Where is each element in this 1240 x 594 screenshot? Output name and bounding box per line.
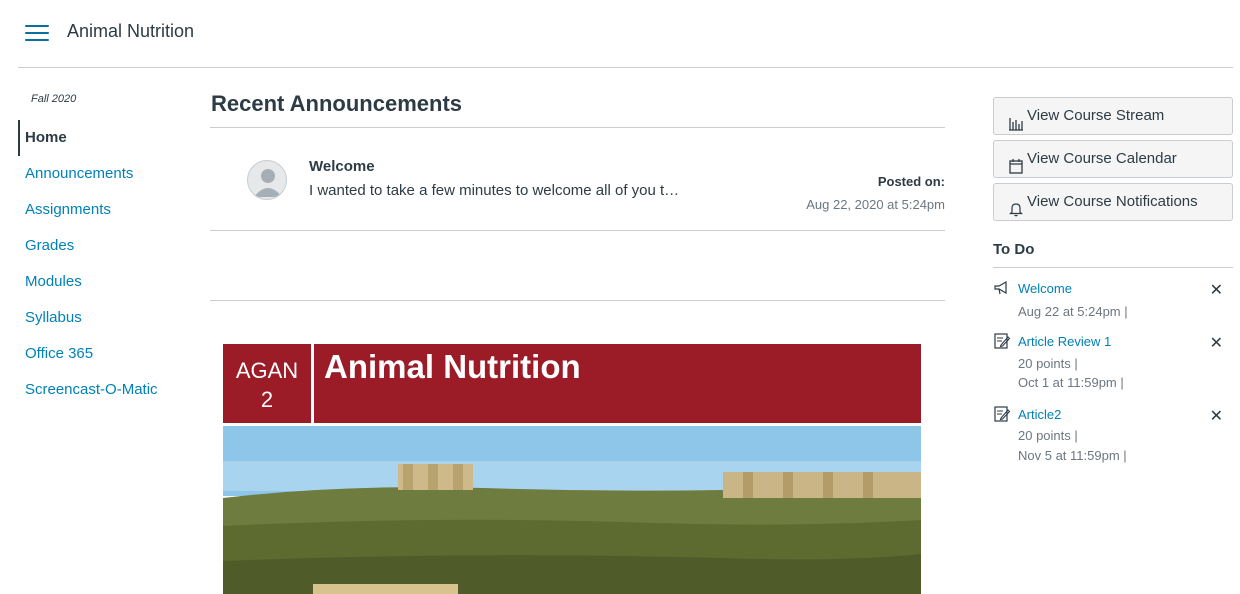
assignment-edit-icon [993, 332, 1011, 350]
announcement-excerpt: I wanted to take a few minutes to welcom… [309, 182, 680, 199]
close-icon[interactable]: ✕ [1210, 280, 1223, 300]
nav-item-home[interactable]: Home [18, 120, 173, 156]
view-course-notifications-label: View Course Notifications [1027, 193, 1198, 210]
todo-due-date: Nov 5 at 11:59pm | [1018, 448, 1127, 463]
close-icon[interactable]: ✕ [1210, 333, 1223, 353]
todo-title-link[interactable]: Welcome [1018, 281, 1072, 296]
user-avatar-icon [247, 160, 287, 200]
course-code-line-1: AGAN [235, 358, 299, 383]
view-course-stream-label: View Course Stream [1027, 107, 1165, 124]
content-divider [210, 300, 945, 301]
announcements-divider-bottom [210, 230, 945, 231]
todo-due-date: Oct 1 at 11:59pm | [1018, 375, 1124, 390]
course-code-block: AGAN 2 [223, 344, 311, 423]
top-bar: Animal Nutrition [0, 0, 1240, 68]
posted-on-label: Posted on: [877, 174, 945, 189]
bell-icon [1008, 195, 1024, 217]
todo-due-date: Aug 22 at 5:24pm | [1018, 304, 1128, 319]
course-title[interactable]: Animal Nutrition [67, 21, 194, 42]
nav-item-grades[interactable]: Grades [18, 228, 173, 264]
view-course-calendar-button[interactable]: View Course Calendar [993, 140, 1233, 178]
course-banner: AGAN 2 Animal Nutrition [223, 344, 921, 424]
course-code-line-2: 2 [260, 387, 274, 412]
nav-item-office-365[interactable]: Office 365 [18, 336, 173, 372]
term-label: Fall 2020 [31, 93, 77, 105]
todo-title-link[interactable]: Article Review 1 [1018, 334, 1111, 349]
stream-chart-icon [1008, 109, 1024, 131]
nav-item-modules[interactable]: Modules [18, 264, 173, 300]
todo-heading: To Do [993, 241, 1035, 258]
todo-points: 20 points | [1018, 356, 1078, 371]
banner-course-name: Animal Nutrition [314, 344, 921, 423]
course-nav-list: Home Announcements Assignments Grades Mo… [18, 120, 173, 408]
view-course-stream-button[interactable]: View Course Stream [993, 97, 1233, 135]
nav-item-syllabus[interactable]: Syllabus [18, 300, 173, 336]
announcement-megaphone-icon [993, 279, 1011, 297]
hamburger-menu-icon[interactable] [25, 24, 49, 42]
nav-item-assignments[interactable]: Assignments [18, 192, 173, 228]
posted-date: Aug 22, 2020 at 5:24pm [806, 197, 945, 212]
nav-item-screencast-o-matic[interactable]: Screencast-O-Matic [18, 372, 173, 408]
assignment-edit-icon [993, 405, 1011, 423]
recent-announcements-heading: Recent Announcements [211, 91, 463, 116]
announcements-divider-top [210, 127, 945, 128]
view-course-notifications-button[interactable]: View Course Notifications [993, 183, 1233, 221]
calendar-icon [1008, 152, 1024, 174]
announcement-title[interactable]: Welcome [309, 158, 375, 175]
nav-item-announcements[interactable]: Announcements [18, 156, 173, 192]
header-divider [18, 67, 1233, 68]
todo-divider [993, 267, 1233, 268]
view-course-calendar-label: View Course Calendar [1027, 150, 1177, 167]
todo-title-link[interactable]: Article2 [1018, 407, 1061, 422]
todo-points: 20 points | [1018, 428, 1078, 443]
farm-hay-bales-photo [223, 426, 921, 594]
close-icon[interactable]: ✕ [1210, 406, 1223, 426]
